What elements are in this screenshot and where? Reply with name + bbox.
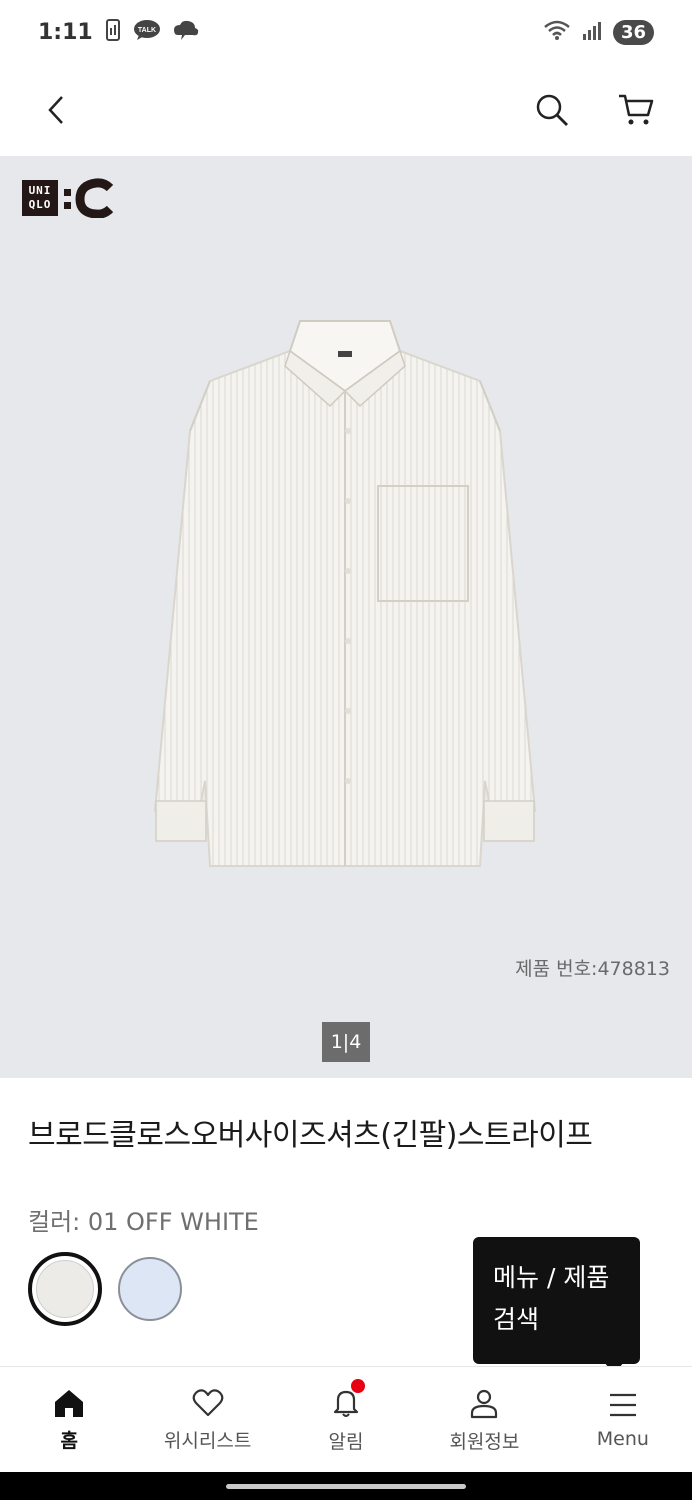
color-label: 컬러: 01 OFF WHITE: [28, 1208, 259, 1236]
nav-item-wishlist[interactable]: 위시리스트: [138, 1367, 276, 1473]
signal-icon: [581, 19, 603, 45]
wifi-icon: [543, 19, 571, 45]
battery-badge: 36: [612, 19, 654, 45]
menu-tooltip: 메뉴 / 제품 검색: [473, 1237, 640, 1364]
uniqlo-logo-bottom: QLO: [28, 198, 52, 211]
tooltip-line-2: 검색: [493, 1305, 540, 1334]
image-pager: 1|4: [322, 1022, 370, 1062]
nav-label-wishlist: 위시리스트: [163, 1429, 252, 1452]
top-nav: [0, 64, 692, 156]
menu-icon: [609, 1393, 636, 1417]
shirt-image: [153, 320, 537, 867]
notification-dot: [350, 1379, 365, 1393]
cart-button[interactable]: [614, 88, 658, 132]
color-swatches: [28, 1252, 182, 1326]
brand-logo: UNI QLO: [22, 178, 120, 218]
product-number: 제품 번호:478813: [515, 958, 670, 980]
talk-icon: TALK: [133, 19, 161, 45]
search-icon: [536, 94, 568, 126]
nav-label-menu: Menu: [596, 1428, 649, 1450]
product-title: 브로드클로스오버사이즈셔츠(긴팔)스트라이프: [28, 1118, 593, 1153]
cloud-icon: [173, 19, 199, 45]
nav-item-account[interactable]: 회원정보: [415, 1367, 553, 1473]
status-time: 1:11: [38, 19, 93, 45]
tooltip-line-1: 메뉴 / 제품: [493, 1263, 610, 1292]
nav-item-notifications[interactable]: 알림: [277, 1367, 415, 1473]
bottom-nav: 홈 위시리스트 알림 회원정보 Menu: [0, 1366, 692, 1473]
nav-label-account: 회원정보: [449, 1430, 520, 1453]
nav-item-home[interactable]: 홈: [0, 1367, 138, 1473]
user-icon: [471, 1389, 498, 1418]
status-right: 36: [543, 19, 654, 45]
svg-text:TALK: TALK: [138, 27, 156, 34]
swatch-off-white-fill: [36, 1260, 94, 1318]
nav-label-notifications: 알림: [328, 1430, 364, 1453]
uniqlo-logo: UNI QLO: [22, 180, 58, 216]
back-button[interactable]: [34, 88, 78, 132]
top-nav-actions: [530, 88, 658, 132]
heart-icon: [192, 1388, 223, 1416]
swatch-off-white[interactable]: [28, 1252, 102, 1326]
nav-item-menu[interactable]: Menu: [554, 1367, 692, 1473]
product-image-area[interactable]: UNI QLO 제품 번호:478813 1|4: [0, 156, 692, 1078]
status-left: 1:11 TALK: [38, 19, 199, 45]
colon-c-logo: [64, 178, 114, 218]
swatch-blue[interactable]: [118, 1257, 182, 1321]
gesture-handle[interactable]: [226, 1484, 466, 1489]
cart-icon: [619, 94, 654, 125]
home-icon: [55, 1389, 84, 1417]
sim-icon: [105, 19, 121, 45]
uniqlo-logo-top: UNI: [28, 184, 52, 197]
search-button[interactable]: [530, 88, 574, 132]
nav-label-home: 홈: [60, 1429, 78, 1452]
status-bar: 1:11 TALK 36: [0, 0, 692, 64]
chevron-left-icon: [48, 96, 63, 124]
gesture-bar: [0, 1472, 692, 1500]
